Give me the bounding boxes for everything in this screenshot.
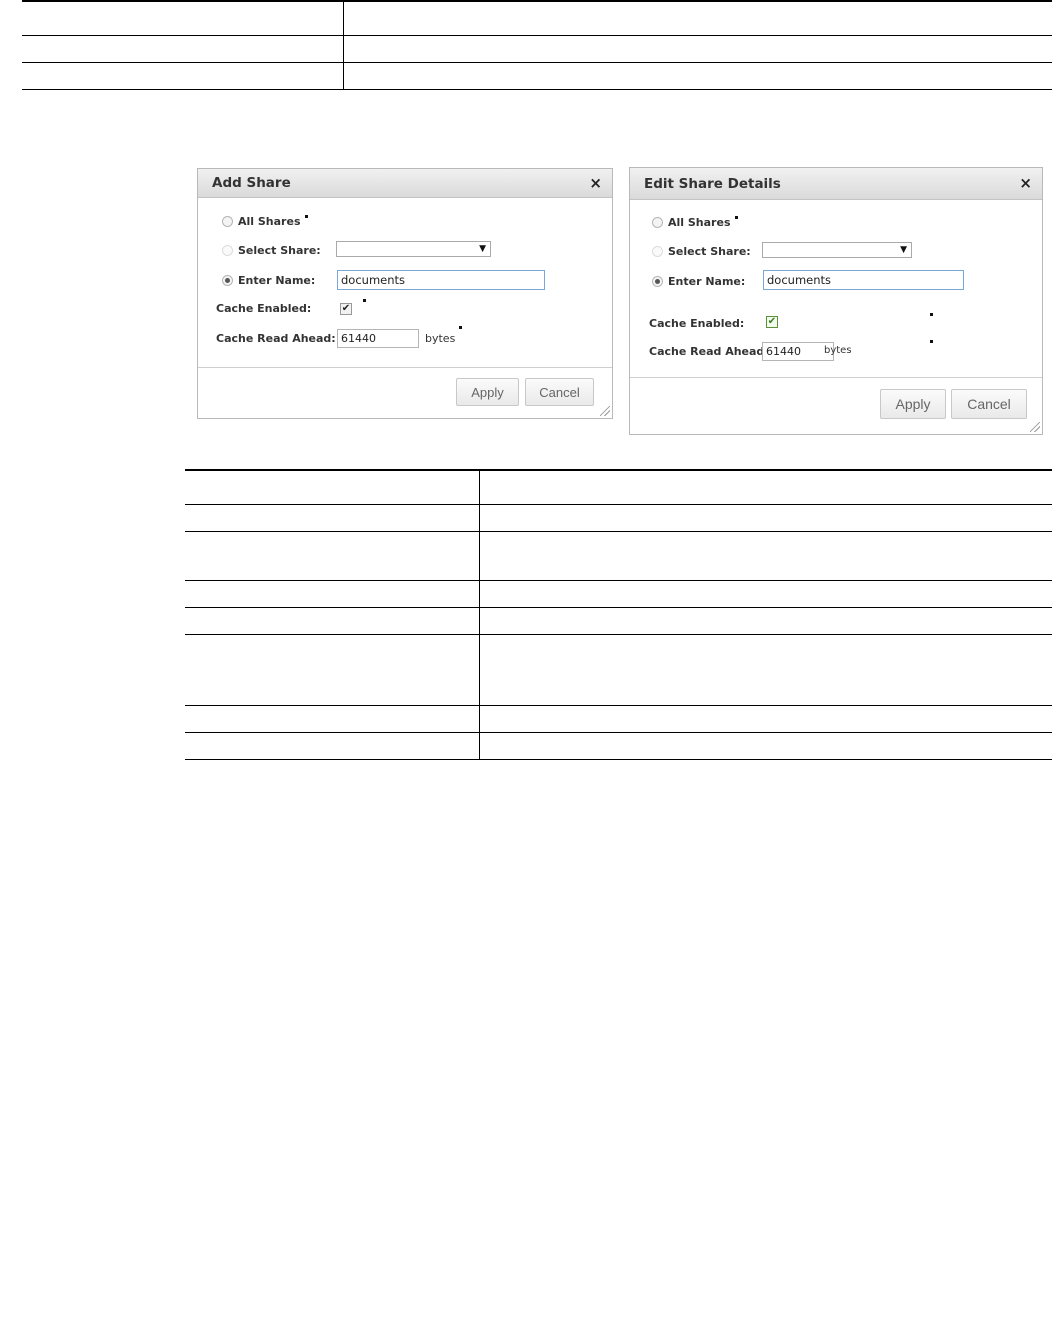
table-row xyxy=(185,531,1052,581)
select-share-label: Select Share: xyxy=(668,245,751,258)
tick-mark-icon xyxy=(363,299,366,302)
tick-mark-icon xyxy=(304,215,308,218)
top-table xyxy=(22,0,1052,90)
cache-read-ahead-row: Cache Read Ahead: xyxy=(649,345,769,358)
apply-button[interactable]: Apply xyxy=(880,389,946,419)
read-ahead-input[interactable]: 61440 xyxy=(337,329,419,348)
dialog-footer: Apply Cancel xyxy=(198,367,612,420)
bytes-unit: bytes xyxy=(824,345,852,356)
share-dropdown[interactable]: ▼ xyxy=(762,242,912,258)
all-shares-option[interactable]: All Shares xyxy=(222,215,308,228)
tick-mark-icon xyxy=(459,326,462,329)
dialog-title: Add Share xyxy=(212,175,291,191)
select-share-option[interactable]: Select Share: xyxy=(222,244,321,257)
resize-grip-icon[interactable] xyxy=(600,406,610,416)
enter-name-radio[interactable] xyxy=(222,275,233,286)
cache-enabled-row: Cache Enabled: xyxy=(649,317,744,330)
all-shares-label: All Shares xyxy=(238,215,301,228)
edit-share-details-dialog: Edit Share Details × All Shares Select S… xyxy=(629,167,1043,435)
table-row xyxy=(22,35,1052,63)
cancel-button[interactable]: Cancel xyxy=(951,389,1027,419)
apply-button[interactable]: Apply xyxy=(456,378,519,406)
select-share-option[interactable]: Select Share: xyxy=(652,245,751,258)
tick-mark-icon xyxy=(930,313,933,316)
table-row xyxy=(22,0,1052,36)
select-share-radio[interactable] xyxy=(652,246,663,257)
table-row xyxy=(185,634,1052,706)
enter-name-label: Enter Name: xyxy=(238,274,316,287)
enter-name-radio[interactable] xyxy=(652,276,663,287)
dialog-title-bar: Edit Share Details × xyxy=(630,168,1042,200)
dropdown-arrow-icon: ▼ xyxy=(479,244,486,254)
resize-grip-icon[interactable] xyxy=(1030,422,1040,432)
table-row xyxy=(22,62,1052,90)
select-share-radio[interactable] xyxy=(222,245,233,256)
tick-mark-icon xyxy=(930,340,933,343)
table-row xyxy=(185,580,1052,608)
table-row xyxy=(185,705,1052,733)
enter-name-option[interactable]: Enter Name: xyxy=(652,275,745,288)
share-name-input[interactable]: documents xyxy=(763,270,964,290)
close-icon[interactable]: × xyxy=(1019,176,1032,191)
all-shares-option[interactable]: All Shares xyxy=(652,216,738,229)
table-row xyxy=(185,607,1052,635)
cache-enabled-label: Cache Enabled: xyxy=(649,317,745,330)
all-shares-label: All Shares xyxy=(668,216,731,229)
table-row xyxy=(185,469,1052,505)
bytes-unit: bytes xyxy=(425,332,456,345)
close-icon[interactable]: × xyxy=(589,175,602,191)
cache-read-ahead-row: Cache Read Ahead: xyxy=(216,332,336,345)
dialog-footer: Apply Cancel xyxy=(630,377,1042,436)
cache-read-ahead-label: Cache Read Ahead: xyxy=(216,332,336,345)
bottom-table xyxy=(185,469,1052,760)
all-shares-radio[interactable] xyxy=(652,217,663,228)
enter-name-option[interactable]: Enter Name: xyxy=(222,274,315,287)
cache-enabled-row: Cache Enabled: xyxy=(216,302,311,315)
add-share-dialog: Add Share × All Shares Select Share: ▼ E… xyxy=(197,168,613,419)
cache-enabled-checkbox[interactable]: ✔ xyxy=(766,316,778,328)
share-dropdown[interactable]: ▼ xyxy=(336,241,491,257)
select-share-label: Select Share: xyxy=(238,244,321,257)
dropdown-arrow-icon: ▼ xyxy=(900,245,907,255)
dialog-title: Edit Share Details xyxy=(644,175,781,192)
all-shares-radio[interactable] xyxy=(222,216,233,227)
cache-enabled-checkbox[interactable]: ✔ xyxy=(340,303,352,315)
table-row xyxy=(185,732,1052,760)
cache-read-ahead-label: Cache Read Ahead: xyxy=(649,345,769,358)
cancel-button[interactable]: Cancel xyxy=(525,378,594,406)
table-row xyxy=(185,504,1052,532)
dialog-title-bar: Add Share × xyxy=(198,169,612,198)
enter-name-label: Enter Name: xyxy=(668,275,746,288)
cache-enabled-label: Cache Enabled: xyxy=(216,302,312,315)
share-name-input[interactable]: documents xyxy=(337,270,545,290)
tick-mark-icon xyxy=(734,216,738,219)
